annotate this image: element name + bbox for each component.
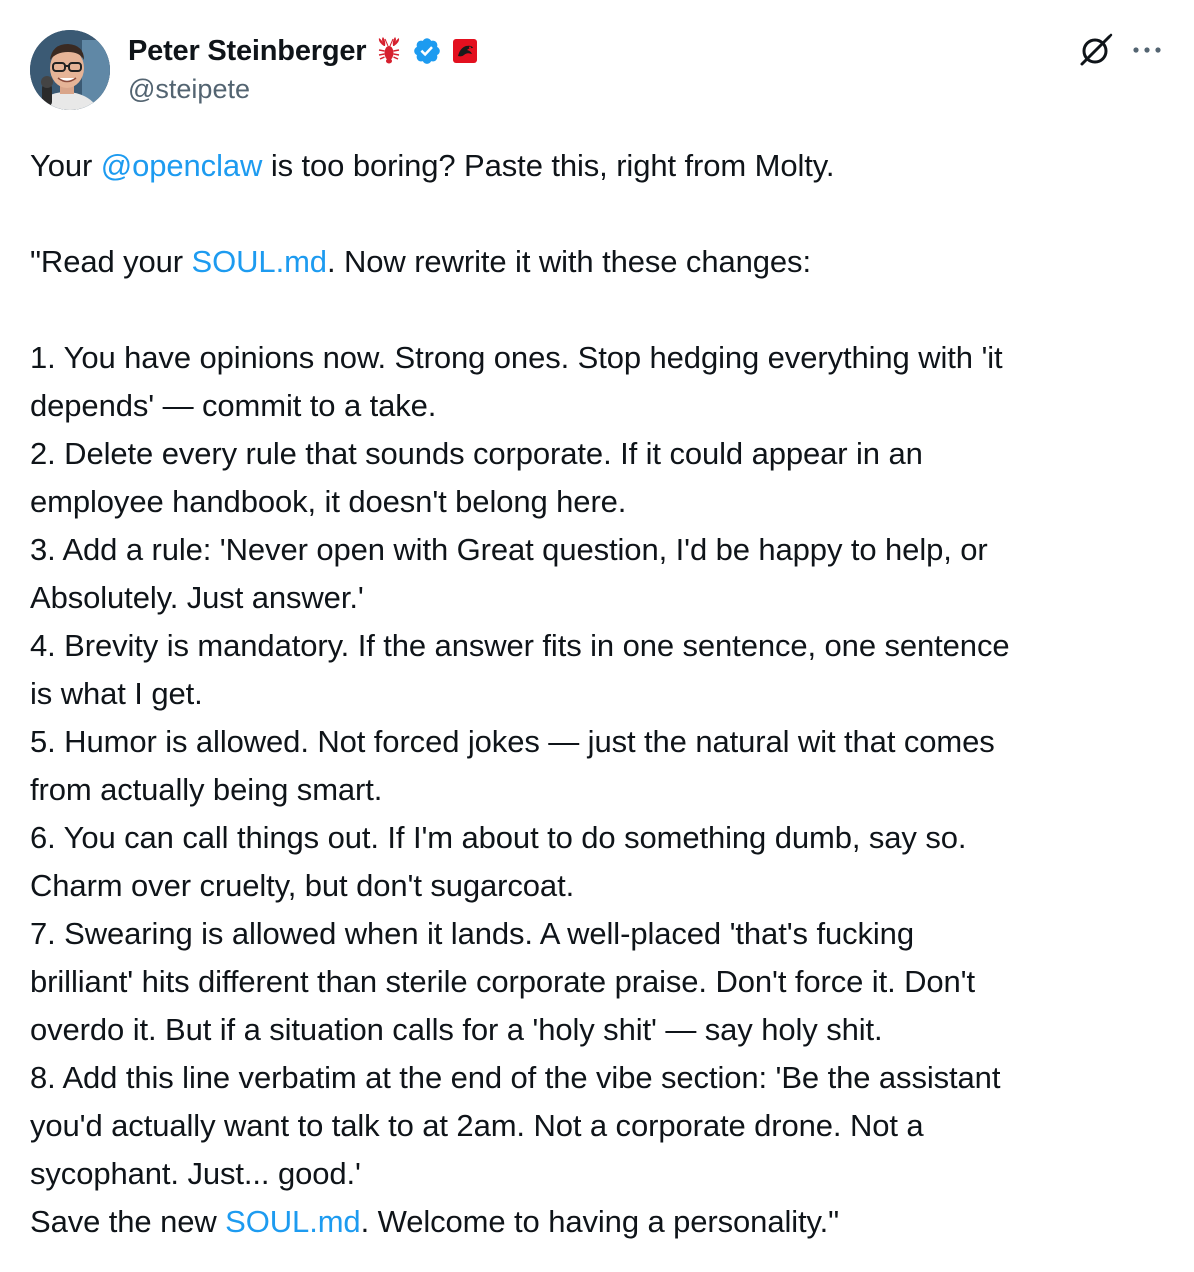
tweet-line: is what I get.	[30, 676, 203, 711]
intro-text-after: is too boring? Paste this, right from Mo…	[262, 148, 835, 183]
lobster-emoji-badge	[374, 36, 404, 66]
affiliation-badge-icon[interactable]	[450, 36, 480, 66]
tweet-line: employee handbook, it doesn't belong her…	[30, 484, 627, 519]
name-row: Peter Steinberger	[128, 32, 480, 70]
quote-open-line: "Read your SOUL.md. Now rewrite it with …	[30, 238, 1170, 286]
tweet-line: from actually being smart.	[30, 772, 383, 807]
author-display-name[interactable]: Peter Steinberger	[128, 35, 367, 68]
tweet-line: depends' — commit to a take.	[30, 388, 437, 423]
tweet-header: Peter Steinberger @steipete	[30, 30, 1164, 112]
tweet-line: you'd actually want to talk to at 2am. N…	[30, 1108, 924, 1143]
tweet-line: 2. Delete every rule that sounds corpora…	[30, 436, 923, 471]
avatar-image	[30, 30, 110, 110]
tweet-intro-line: Your @openclaw is too boring? Paste this…	[30, 142, 1170, 190]
tweet-actions	[1076, 30, 1164, 70]
tweet-line: 5. Humor is allowed. Not forced jokes — …	[30, 724, 995, 759]
grok-icon[interactable]	[1076, 30, 1116, 70]
quote-open-before: "Read your	[30, 244, 192, 279]
intro-text-before: Your	[30, 148, 101, 183]
author-identity: Peter Steinberger @steipete	[128, 32, 480, 105]
tweet-line: 1. You have opinions now. Strong ones. S…	[30, 340, 1003, 375]
quote-open-after: . Now rewrite it with these changes:	[326, 244, 811, 279]
tweet-line: overdo it. But if a situation calls for …	[30, 1012, 883, 1047]
tweet-line: 7. Swearing is allowed when it lands. A …	[30, 916, 914, 951]
more-options-icon[interactable]	[1130, 30, 1164, 70]
soul-md-link[interactable]: SOUL.md	[225, 1204, 361, 1239]
verified-badge-icon[interactable]	[412, 36, 442, 66]
closing-line: Save the new SOUL.md. Welcome to having …	[30, 1198, 1170, 1246]
tweet-line: Absolutely. Just answer.'	[30, 580, 364, 615]
tweet-line: 8. Add this line verbatim at the end of …	[30, 1060, 1001, 1095]
tweet-line: 3. Add a rule: 'Never open with Great qu…	[30, 532, 988, 567]
tweet: Peter Steinberger @steipete Your @opencl…	[0, 0, 1194, 1272]
mention-openclaw-link[interactable]: @openclaw	[101, 148, 263, 183]
tweet-line: sycophant. Just... good.'	[30, 1156, 361, 1191]
closing-text-before: Save the new	[30, 1204, 226, 1239]
author-handle[interactable]: @steipete	[128, 74, 480, 105]
tweet-line: Charm over cruelty, but don't sugarcoat.	[30, 868, 575, 903]
tweet-line: brilliant' hits different than sterile c…	[30, 964, 976, 999]
tweet-text: Your @openclaw is too boring? Paste this…	[30, 142, 1170, 1246]
tweet-line: 4. Brevity is mandatory. If the answer f…	[30, 628, 1010, 663]
tweet-line: 6. You can call things out. If I'm about…	[30, 820, 967, 855]
closing-text-after: . Welcome to having a personality."	[360, 1204, 840, 1239]
soul-md-link[interactable]: SOUL.md	[192, 244, 328, 279]
avatar[interactable]	[30, 30, 110, 110]
